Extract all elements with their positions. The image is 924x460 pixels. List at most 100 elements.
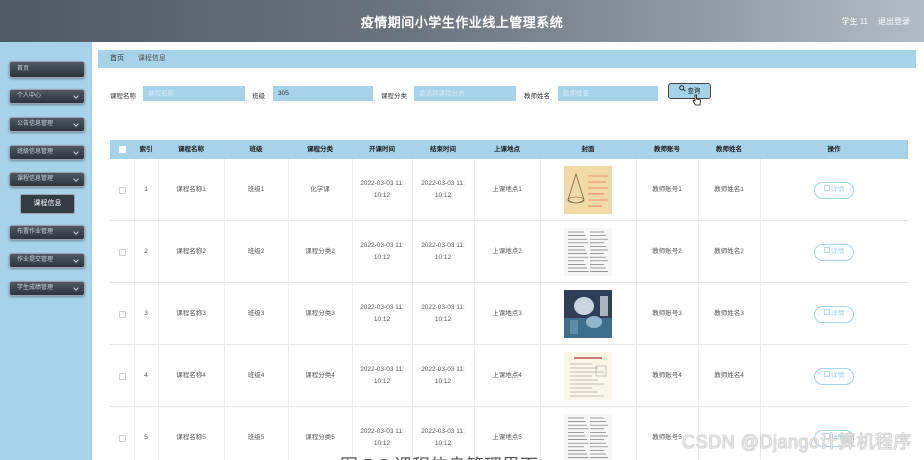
cell-index: 4 xyxy=(134,345,158,407)
table-row: 1 课程名称1 班级1 化学课 2022-03-03 11: 10:12 2022-03-0… xyxy=(110,159,908,221)
category-label: 课程分类 xyxy=(381,93,407,100)
cell-text: 化学课 xyxy=(310,186,330,193)
cell-end-time: 2022-03-03 11: 10:12 xyxy=(412,283,474,345)
course-name-input[interactable]: 课程名称 xyxy=(143,86,245,101)
cell-text: 课程分类5 xyxy=(305,434,335,441)
cell-category: 课程分类3 xyxy=(288,283,352,345)
cell-text: 班级4 xyxy=(247,372,265,379)
cell-teacher-name: 教师姓名4 xyxy=(698,345,760,407)
cell-course-name: 课程名称2 xyxy=(158,221,224,283)
select-all-checkbox[interactable] xyxy=(110,140,134,159)
cell-class: 班级3 xyxy=(224,283,288,345)
cell-text-line: 2022-03-03 11: xyxy=(360,180,404,187)
row-checkbox[interactable] xyxy=(110,159,134,221)
breadcrumb: 首页 课程信息 xyxy=(98,50,916,68)
course-name-label: 课程名称 xyxy=(110,93,136,100)
cell-index: 2 xyxy=(134,221,158,283)
sidebar-item-class-management[interactable]: 班级信息管理 xyxy=(9,145,85,160)
detail-button[interactable]: 详情 xyxy=(814,243,854,261)
cell-teacher-name: 教师姓名3 xyxy=(698,283,760,345)
column-header: 开课时间 xyxy=(369,146,395,153)
category-select[interactable]: 请选择课程分类 xyxy=(414,86,516,101)
detail-button[interactable]: 详情 xyxy=(814,367,854,385)
cell-class: 班级1 xyxy=(224,159,288,221)
cell-place: 上课地点3 xyxy=(474,283,540,345)
sidebar-item-label: 首页 xyxy=(17,66,30,72)
sidebar-item-notice-management[interactable]: 公告信息管理 xyxy=(9,117,85,132)
cell-cover xyxy=(540,345,636,407)
row-checkbox[interactable] xyxy=(110,345,134,407)
cell-text: 课程名称5 xyxy=(176,434,206,441)
table-header: 索引 课程名称 班级 课程分类 开课时间 结束时间 上课地点 封面 教师账号 教… xyxy=(110,140,908,159)
sidebar-item-student-scores[interactable]: 学生成绩管理 xyxy=(9,281,85,296)
sidebar-item-course-management[interactable]: 课程信息管理 xyxy=(9,172,85,187)
chevron-down-icon xyxy=(73,149,79,155)
logout-link[interactable]: 退出登录 xyxy=(878,16,910,27)
column-header: 课程名称 xyxy=(178,146,204,153)
class-input[interactable]: 305 xyxy=(273,86,373,101)
row-checkbox[interactable] xyxy=(110,283,134,345)
cell-text: 班级3 xyxy=(247,310,265,317)
cell-end-time: 2022-03-03 11: 10:12 xyxy=(412,345,474,407)
detail-button[interactable]: 详情 xyxy=(814,305,854,323)
cell-teacher-name: 教师姓名2 xyxy=(698,221,760,283)
query-button[interactable]: 查询 xyxy=(668,83,711,99)
cell-text: 教师姓名3 xyxy=(714,310,744,317)
cell-end-time: 2022-03-03 11: 10:12 xyxy=(412,221,474,283)
sidebar-item-label: 学生成绩管理 xyxy=(17,285,54,291)
sidebar-item-label: 公告信息管理 xyxy=(17,121,54,127)
cell-text: 课程名称4 xyxy=(176,372,206,379)
cover-image xyxy=(564,414,612,460)
cover-image xyxy=(564,352,612,400)
system-title: 疫情期间小学生作业线上管理系统 xyxy=(360,15,564,30)
sidebar: 首页 个人中心 公告信息管理 班级信息管理 课程信息管理 课程信息 布置作业管理… xyxy=(0,42,92,460)
cell-actions: 详情 xyxy=(760,283,908,345)
chevron-down-icon xyxy=(73,93,79,99)
cell-start-time: 2022-03-03 11: 10:12 xyxy=(352,221,412,283)
cell-start-time: 2022-03-03 11: 10:12 xyxy=(352,283,412,345)
breadcrumb-home[interactable]: 首页 xyxy=(110,55,124,62)
cell-category: 课程分类4 xyxy=(288,345,352,407)
sidebar-subitem-course-info[interactable]: 课程信息 xyxy=(20,194,75,214)
cell-place: 上课地点2 xyxy=(474,221,540,283)
cell-text-line: 2022-03-03 11: xyxy=(360,242,404,249)
cell-text: 教师账号4 xyxy=(652,372,682,379)
detail-button[interactable]: 详情 xyxy=(814,181,854,199)
cell-course-name: 课程名称5 xyxy=(158,407,224,460)
sidebar-item-assign-homework[interactable]: 布置作业管理 xyxy=(9,225,85,240)
cell-actions: 详情 xyxy=(760,159,908,221)
cell-text: 上课地点3 xyxy=(492,310,522,317)
cell-category: 课程分类2 xyxy=(288,221,352,283)
detail-button-label: 详情 xyxy=(831,247,845,255)
column-header: 操作 xyxy=(827,146,841,153)
column-header: 教师账号 xyxy=(654,146,680,153)
row-checkbox[interactable] xyxy=(110,221,134,283)
cover-image xyxy=(564,290,612,338)
cell-text-line: 10:12 xyxy=(434,192,452,199)
sidebar-item-label: 作业提交管理 xyxy=(17,257,54,263)
table-row: 4 课程名称4 班级4 课程分类4 2022-03-03 11: 10:12 2022-03… xyxy=(110,345,908,407)
cell-place: 上课地点1 xyxy=(474,159,540,221)
column-header: 上课地点 xyxy=(494,146,520,153)
cell-text: 5 xyxy=(144,434,148,441)
table-row: 3 课程名称3 班级3 课程分类3 2022-03-03 11: 10:12 2022-03… xyxy=(110,283,908,345)
chevron-down-icon xyxy=(73,121,79,127)
cell-text: 课程名称3 xyxy=(176,310,206,317)
cell-text-line: 10:12 xyxy=(373,254,391,261)
column-header: 教师姓名 xyxy=(716,146,742,153)
chevron-down-icon xyxy=(73,285,79,291)
teacher-name-input[interactable]: 教师姓名 xyxy=(558,86,658,101)
cell-text-line: 10:12 xyxy=(373,378,391,385)
row-checkbox[interactable] xyxy=(110,407,134,460)
cell-teacher-account: 教师账号4 xyxy=(636,345,698,407)
cell-text: 课程分类2 xyxy=(305,248,335,255)
detail-button-label: 详情 xyxy=(831,371,845,379)
cell-course-name: 课程名称4 xyxy=(158,345,224,407)
cell-category: 化学课 xyxy=(288,159,352,221)
sidebar-item-label: 布置作业管理 xyxy=(17,229,54,235)
cell-start-time: 2022-03-03 11: 10:12 xyxy=(352,345,412,407)
column-header: 结束时间 xyxy=(430,146,456,153)
sidebar-item-personal-center[interactable]: 个人中心 xyxy=(9,89,85,104)
sidebar-item-homework-submission[interactable]: 作业提交管理 xyxy=(9,253,85,268)
sidebar-item-home[interactable]: 首页 xyxy=(9,61,85,78)
